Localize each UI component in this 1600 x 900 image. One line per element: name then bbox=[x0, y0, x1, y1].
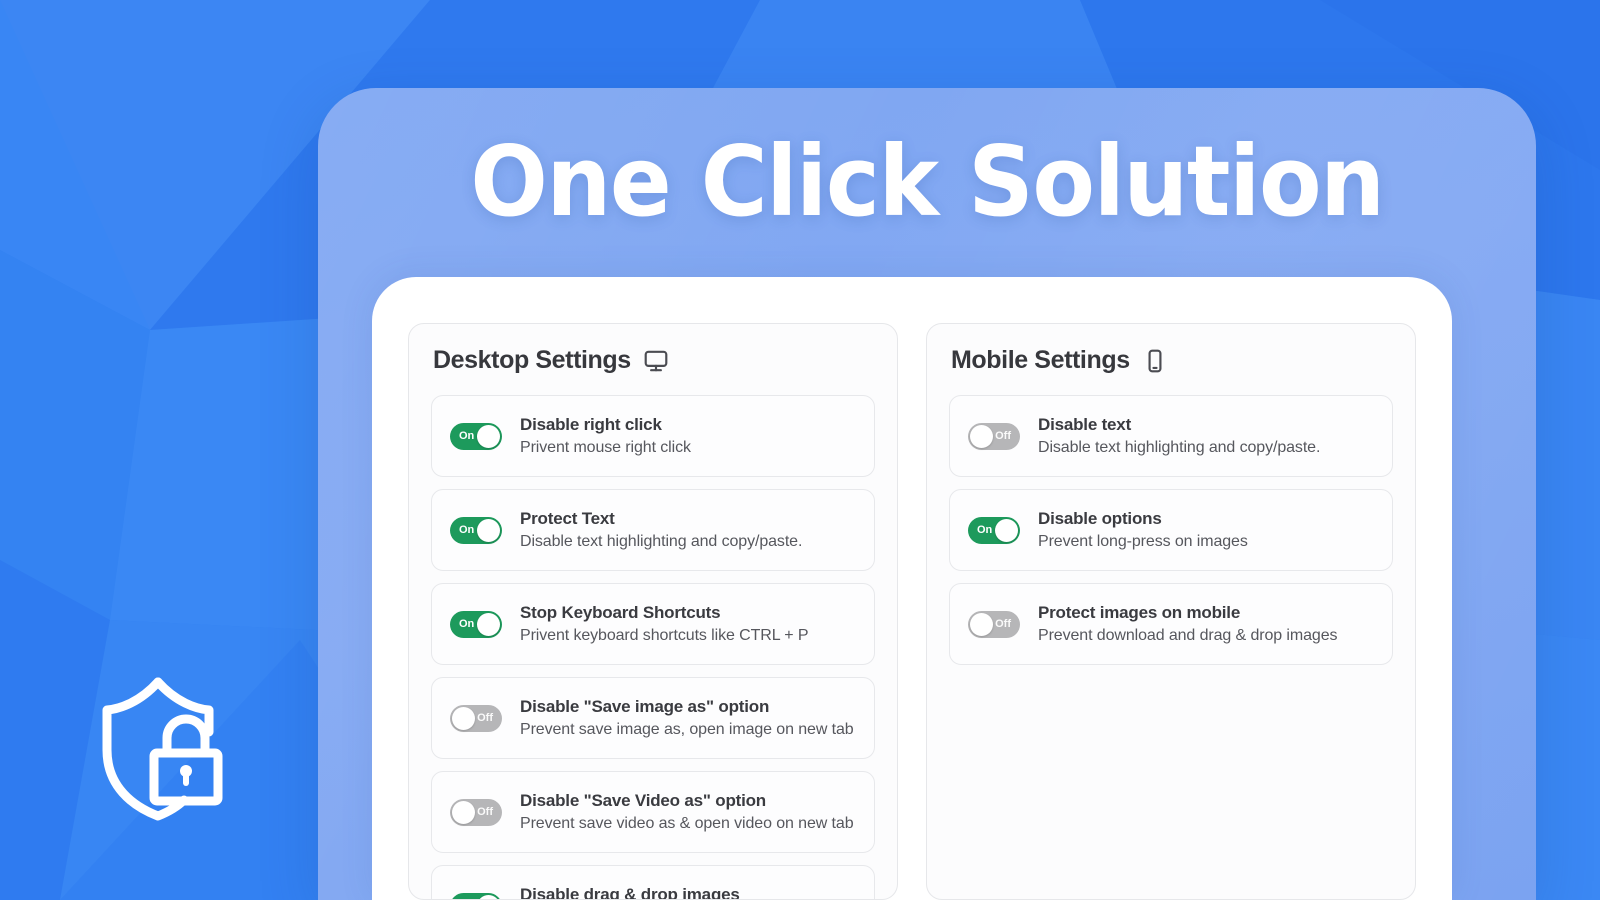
toggle-state-label: On bbox=[459, 617, 475, 630]
toggle-stop-keyboard-shortcuts[interactable]: On bbox=[450, 610, 502, 638]
row-description: Prevent save video as & open video on ne… bbox=[520, 815, 854, 832]
toggle-state-label: Off bbox=[477, 711, 493, 724]
toggle-protect-text[interactable]: On bbox=[450, 516, 502, 544]
desktop-panel-header: Desktop Settings bbox=[431, 346, 875, 375]
mobile-settings-panel: Mobile Settings Off Disable text Disable… bbox=[926, 323, 1416, 900]
row-text: Disable "Save image as" option Prevent s… bbox=[520, 697, 854, 739]
toggle-state-label: On bbox=[459, 429, 475, 442]
row-description: Prevent download and drag & drop images bbox=[1038, 627, 1338, 644]
row-title: Disable "Save Video as" option bbox=[520, 791, 766, 810]
toggle-knob bbox=[970, 612, 993, 636]
toggle-knob bbox=[970, 424, 993, 448]
row-text: Disable drag & drop images Prevent drag … bbox=[520, 885, 740, 900]
row-description: Disable text highlighting and copy/paste… bbox=[1038, 439, 1321, 456]
row-title: Disable "Save image as" option bbox=[520, 697, 770, 716]
row-description: Prevent long-press on images bbox=[1038, 533, 1248, 550]
setting-row[interactable]: On Disable right click Privent mouse rig… bbox=[431, 395, 875, 477]
toggle-disable-save-image-as[interactable]: Off bbox=[450, 704, 502, 732]
toggle-disable-save-video-as[interactable]: Off bbox=[450, 798, 502, 826]
row-title: Disable right click bbox=[520, 415, 662, 434]
row-title: Stop Keyboard Shortcuts bbox=[520, 603, 721, 622]
row-description: Privent mouse right click bbox=[520, 439, 691, 456]
setting-row[interactable]: Off Disable "Save Video as" option Preve… bbox=[431, 771, 875, 853]
setting-row[interactable]: Off Protect images on mobile Prevent dow… bbox=[949, 583, 1393, 665]
toggle-disable-drag-drop-images[interactable]: On bbox=[450, 892, 502, 899]
toggle-disable-right-click[interactable]: On bbox=[450, 422, 502, 450]
toggle-state-label: Off bbox=[995, 429, 1011, 442]
toggle-disable-text[interactable]: Off bbox=[968, 422, 1020, 450]
mobile-panel-title: Mobile Settings bbox=[951, 346, 1130, 374]
row-text: Protect images on mobile Prevent downloa… bbox=[1038, 603, 1338, 645]
toggle-state-label: On bbox=[977, 523, 993, 536]
toggle-state-label: Off bbox=[477, 805, 493, 818]
toggle-state-label: Off bbox=[995, 617, 1011, 630]
row-description: Privent keyboard shortcuts like CTRL + P bbox=[520, 627, 809, 644]
setting-row[interactable]: On Protect Text Disable text highlightin… bbox=[431, 489, 875, 571]
toggle-protect-images-on-mobile[interactable]: Off bbox=[968, 610, 1020, 638]
toggle-knob bbox=[452, 706, 475, 730]
mobile-phone-icon bbox=[1142, 348, 1168, 374]
row-title: Disable text bbox=[1038, 415, 1132, 434]
setting-row[interactable]: On Disable options Prevent long-press on… bbox=[949, 489, 1393, 571]
row-text: Disable options Prevent long-press on im… bbox=[1038, 509, 1248, 551]
app-card: Desktop Settings On Disable right click … bbox=[372, 277, 1452, 900]
row-text: Protect Text Disable text highlighting a… bbox=[520, 509, 802, 551]
toggle-knob bbox=[477, 424, 500, 448]
toggle-disable-options[interactable]: On bbox=[968, 516, 1020, 544]
desktop-settings-panel: Desktop Settings On Disable right click … bbox=[408, 323, 898, 900]
row-title: Disable drag & drop images bbox=[520, 885, 740, 900]
desktop-monitor-icon bbox=[643, 348, 669, 374]
row-description: Disable text highlighting and copy/paste… bbox=[520, 533, 803, 550]
toggle-knob bbox=[995, 518, 1018, 542]
setting-row[interactable]: On Stop Keyboard Shortcuts Privent keybo… bbox=[431, 583, 875, 665]
toggle-knob bbox=[477, 894, 500, 899]
desktop-panel-title: Desktop Settings bbox=[433, 346, 631, 374]
settings-panels: Desktop Settings On Disable right click … bbox=[408, 323, 1416, 900]
row-title: Protect images on mobile bbox=[1038, 603, 1241, 622]
row-description: Prevent save image as, open image on new… bbox=[520, 721, 854, 738]
setting-row[interactable]: Off Disable "Save image as" option Preve… bbox=[431, 677, 875, 759]
page-title: One Click Solution bbox=[470, 125, 1385, 238]
row-text: Stop Keyboard Shortcuts Privent keyboard… bbox=[520, 603, 809, 645]
row-text: Disable text Disable text highlighting a… bbox=[1038, 415, 1320, 457]
row-text: Disable "Save Video as" option Prevent s… bbox=[520, 791, 854, 833]
toggle-knob bbox=[477, 518, 500, 542]
mobile-panel-header: Mobile Settings bbox=[949, 346, 1393, 375]
mobile-settings-rows: Off Disable text Disable text highlighti… bbox=[949, 395, 1393, 665]
shield-lock-icon bbox=[102, 677, 223, 821]
row-title: Disable options bbox=[1038, 509, 1162, 528]
row-text: Disable right click Privent mouse right … bbox=[520, 415, 691, 457]
setting-row[interactable]: On Disable drag & drop images Prevent dr… bbox=[431, 865, 875, 900]
row-title: Protect Text bbox=[520, 509, 615, 528]
toggle-state-label: On bbox=[459, 523, 475, 536]
desktop-settings-rows: On Disable right click Privent mouse rig… bbox=[431, 395, 875, 900]
toggle-knob bbox=[477, 612, 500, 636]
setting-row[interactable]: Off Disable text Disable text highlighti… bbox=[949, 395, 1393, 477]
promo-banner: One Click Solution Desktop Settings On D… bbox=[0, 0, 1600, 900]
toggle-knob bbox=[452, 800, 475, 824]
